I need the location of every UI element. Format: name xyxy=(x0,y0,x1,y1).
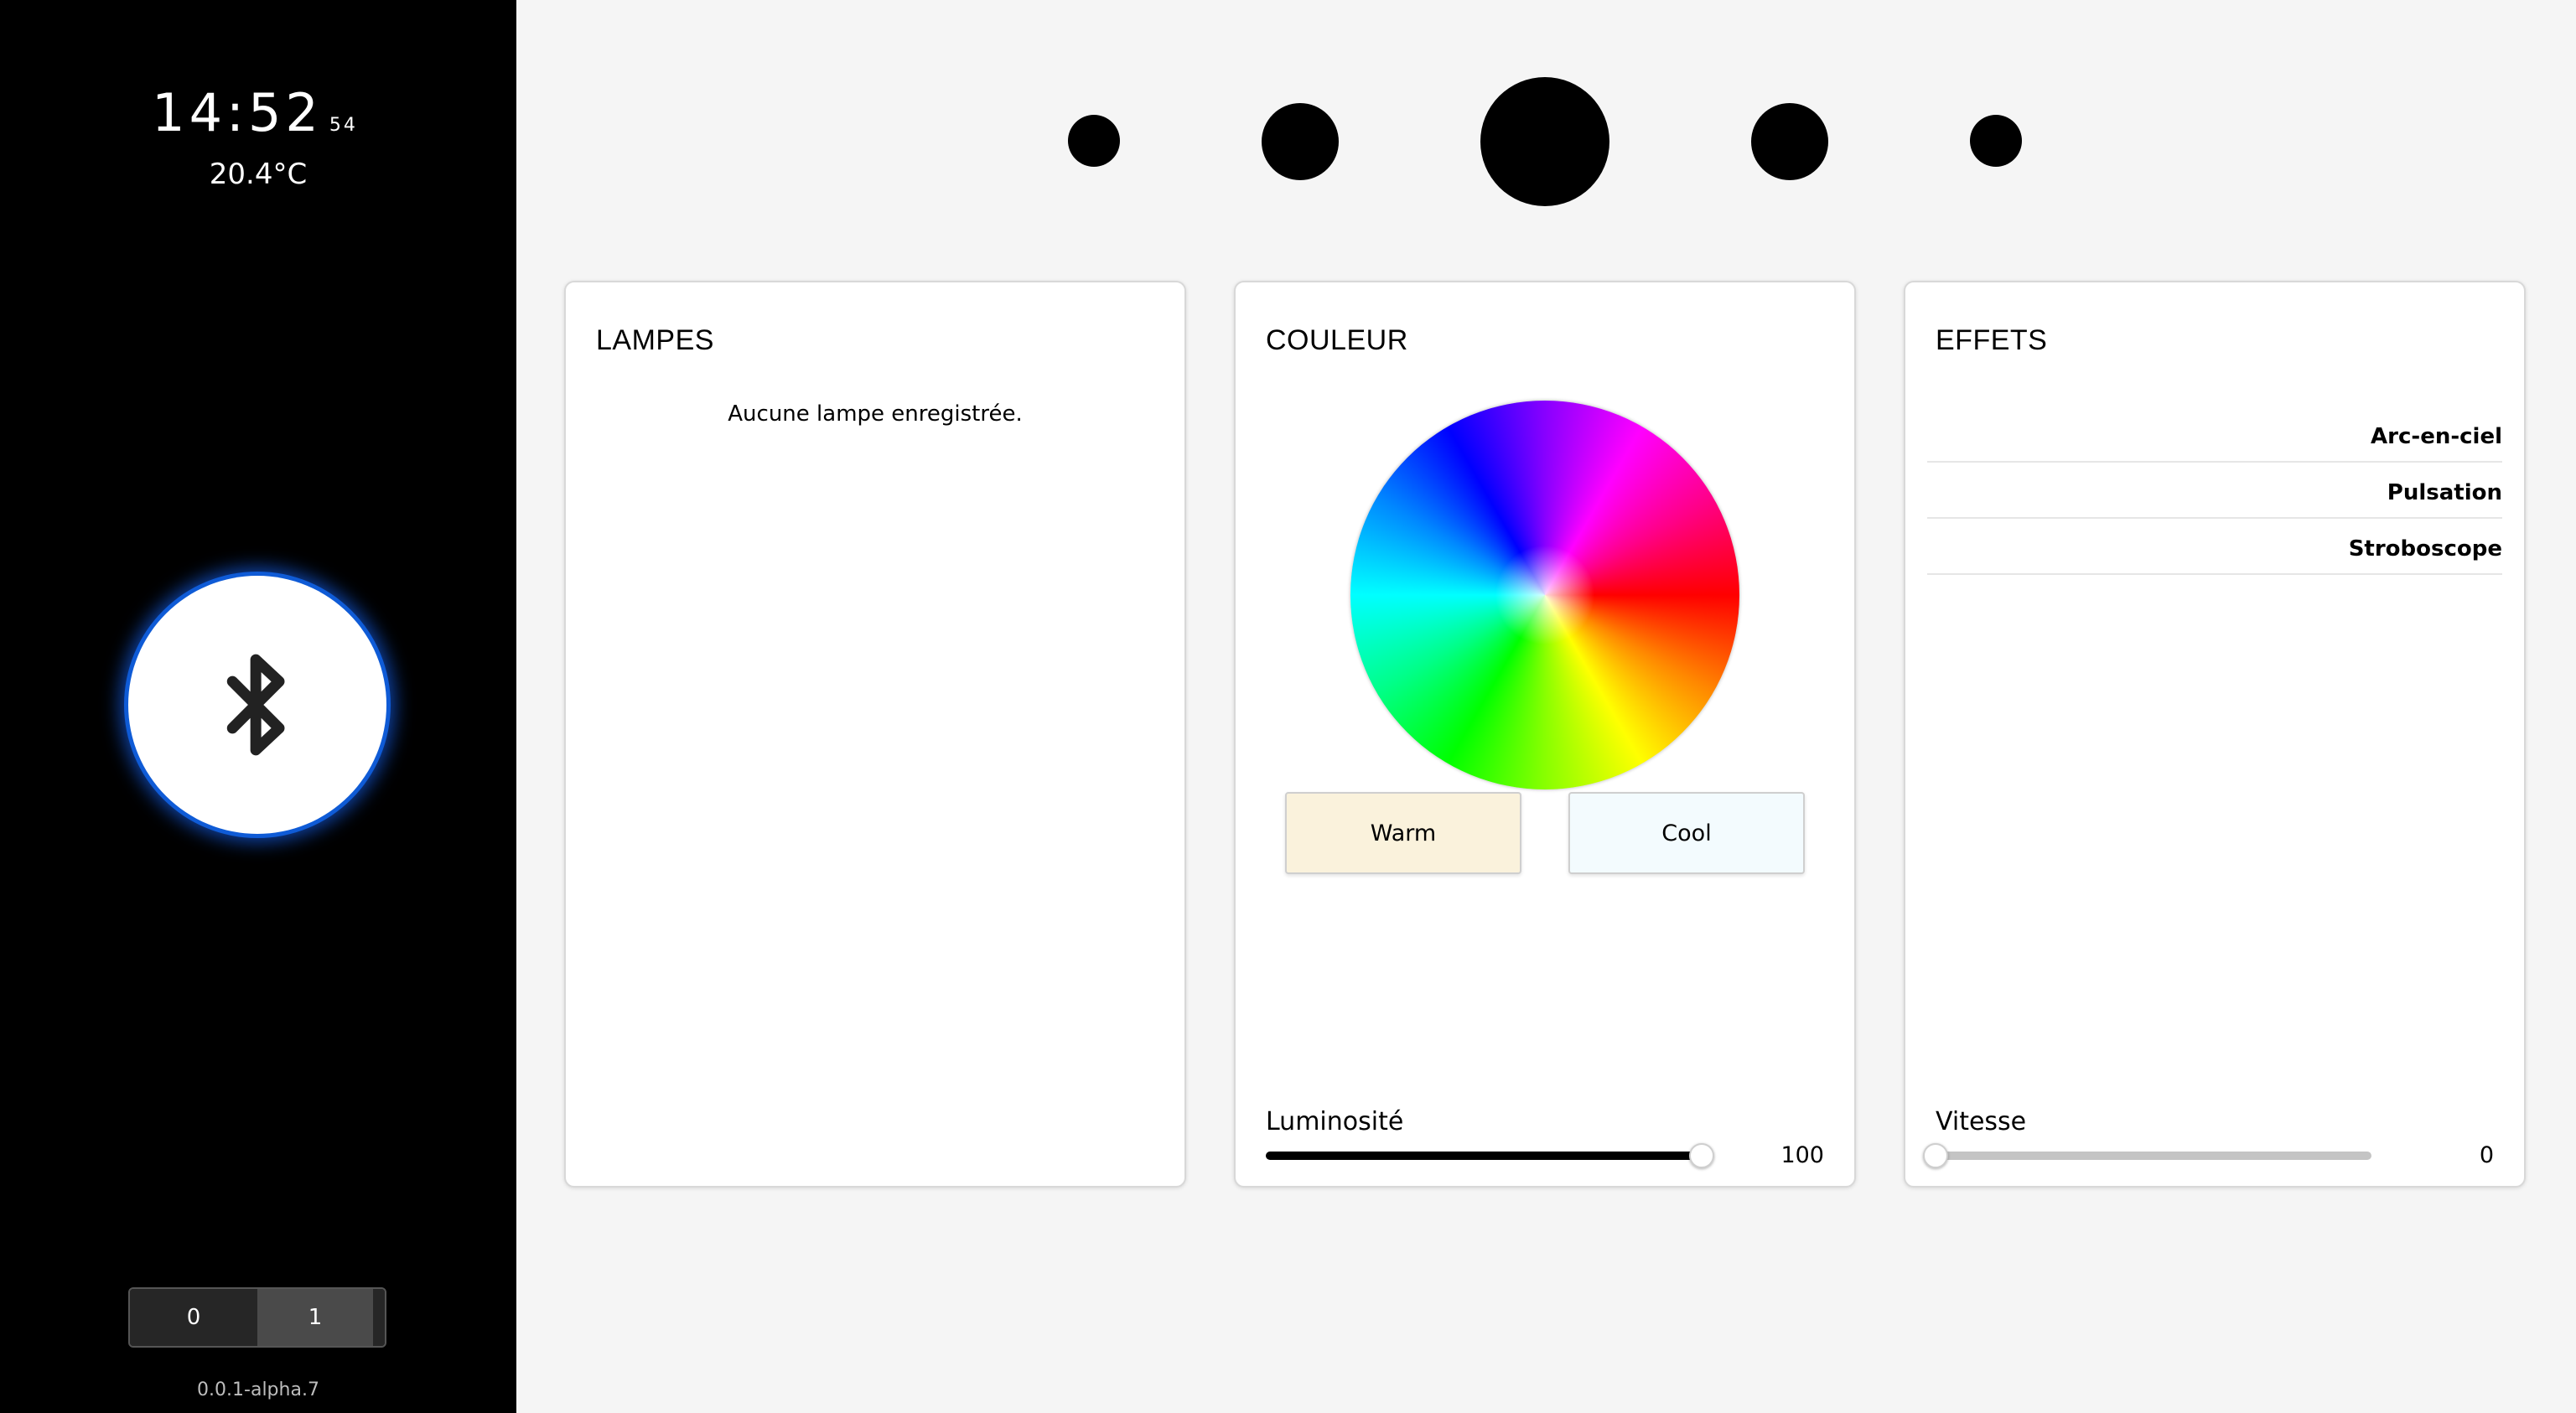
brightness-value: 100 xyxy=(1780,1142,1824,1168)
effect-item-pulsation[interactable]: Pulsation xyxy=(1927,463,2502,519)
page-dot-1[interactable] xyxy=(1068,115,1120,167)
color-panel-title: COULEUR xyxy=(1266,324,1408,356)
brightness-slider-fill xyxy=(1266,1152,1702,1160)
page-dot-5[interactable] xyxy=(1970,115,2022,167)
brightness-slider-thumb[interactable] xyxy=(1689,1143,1714,1168)
speed-label: Vitesse xyxy=(1936,1107,2027,1136)
effect-item-arc-en-ciel[interactable]: Arc-en-ciel xyxy=(1927,406,2502,463)
bluetooth-icon xyxy=(226,654,285,756)
sidebar: 14:52 54 20.4°C 0 1 0.0.1-alpha.7 xyxy=(0,0,516,1413)
effects-panel-title: EFFETS xyxy=(1936,324,2048,356)
warm-button[interactable]: Warm xyxy=(1285,792,1521,874)
color-panel: COULEUR Warm Cool Luminosité 100 xyxy=(1234,281,1856,1188)
brightness-label: Luminosité xyxy=(1266,1107,1404,1136)
speed-slider-thumb[interactable] xyxy=(1923,1143,1948,1168)
lamps-panel-title: LAMPES xyxy=(596,324,714,356)
brightness-slider[interactable] xyxy=(1266,1143,1714,1168)
page-dot-3-active[interactable] xyxy=(1480,77,1609,206)
effects-list: Arc-en-ciel Pulsation Stroboscope xyxy=(1927,406,2502,575)
effect-item-stroboscope[interactable]: Stroboscope xyxy=(1927,519,2502,575)
lamps-panel: LAMPES Aucune lampe enregistrée. xyxy=(564,281,1186,1188)
bluetooth-connect-button[interactable] xyxy=(128,576,386,834)
color-wheel[interactable] xyxy=(1350,401,1739,789)
version-label: 0.0.1-alpha.7 xyxy=(197,1379,319,1400)
clock: 14:52 54 xyxy=(0,87,516,139)
toggle-option-1[interactable]: 1 xyxy=(257,1289,373,1346)
effects-panel: EFFETS Arc-en-ciel Pulsation Stroboscope… xyxy=(1904,281,2526,1188)
page-dot-4[interactable] xyxy=(1751,103,1828,180)
speed-slider[interactable] xyxy=(1923,1143,2371,1168)
toggle-end-cap xyxy=(373,1289,385,1346)
toggle-option-0[interactable]: 0 xyxy=(130,1289,257,1346)
speed-value: 0 xyxy=(2479,1142,2494,1168)
cool-button[interactable]: Cool xyxy=(1568,792,1805,874)
mode-toggle: 0 1 xyxy=(128,1287,386,1348)
temperature-readout: 20.4°C xyxy=(209,158,308,191)
clock-seconds: 54 xyxy=(329,115,358,136)
page-dot-2[interactable] xyxy=(1262,103,1339,180)
no-lamp-message: Aucune lampe enregistrée. xyxy=(728,401,1023,427)
clock-time: 14:52 xyxy=(152,82,323,143)
